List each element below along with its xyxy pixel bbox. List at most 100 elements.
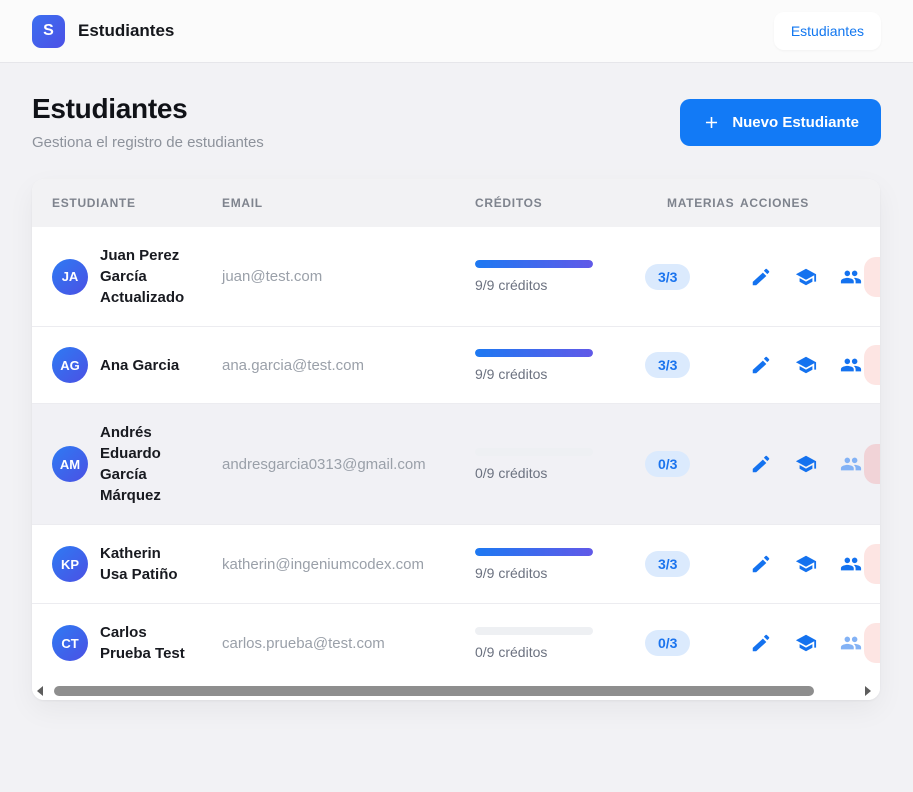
- brand-title: Estudiantes: [78, 21, 175, 40]
- table-row: CT Carlos Prueba Test carlos.prueba@test…: [32, 604, 880, 682]
- pencil-icon: [752, 356, 770, 374]
- delete-button[interactable]: [864, 256, 880, 297]
- delete-button[interactable]: [864, 623, 880, 663]
- scroll-right-arrow-icon[interactable]: [865, 686, 871, 696]
- new-student-button[interactable]: Nuevo Estudiante: [680, 98, 881, 146]
- column-header-acciones: ACCIONES: [740, 196, 809, 210]
- table-row: KP Katherin Usa Patiño katherin@ingenium…: [32, 525, 880, 604]
- edit-button[interactable]: [750, 266, 772, 288]
- column-header-estudiante: ESTUDIANTE: [52, 196, 136, 210]
- pencil-icon: [752, 634, 770, 652]
- table-row: JA Juan Perez García Actualizado juan@te…: [32, 227, 880, 327]
- materias-badge: 0/3: [645, 451, 691, 477]
- subjects-button[interactable]: [795, 453, 817, 475]
- actions-cell: [740, 453, 864, 475]
- people-icon: [840, 358, 862, 372]
- student-cell: KP Katherin Usa Patiño: [52, 543, 222, 585]
- credits-cell: 0/9 créditos: [475, 447, 635, 481]
- column-header-email: EMAIL: [222, 196, 263, 210]
- actions-cell: [740, 266, 864, 288]
- page-header: Estudiantes Gestiona el registro de estu…: [32, 93, 881, 151]
- people-icon: [840, 457, 862, 471]
- students-table-card: ESTUDIANTE EMAIL CRÉDITOS MATERIAS ACCIO…: [32, 179, 880, 700]
- brand: S Estudiantes: [32, 14, 175, 48]
- materias-badge: 3/3: [645, 263, 691, 290]
- scroll-left-arrow-icon[interactable]: [37, 686, 43, 696]
- new-student-button-label: Nuevo Estudiante: [732, 113, 859, 131]
- column-header-creditos: CRÉDITOS: [475, 196, 543, 210]
- credits-progress-bar: [475, 348, 593, 357]
- avatar: AM: [52, 446, 88, 482]
- materias-cell: 0/3: [635, 630, 740, 656]
- materias-badge: 3/3: [645, 551, 691, 577]
- subjects-button[interactable]: [795, 632, 817, 654]
- materias-cell: 3/3: [635, 551, 740, 577]
- student-cell: CT Carlos Prueba Test: [52, 622, 222, 664]
- table-header-row: ESTUDIANTE EMAIL CRÉDITOS MATERIAS ACCIO…: [32, 179, 880, 227]
- pencil-icon: [752, 555, 770, 573]
- materias-badge: 0/3: [645, 630, 691, 656]
- scrollbar-thumb[interactable]: [54, 686, 814, 696]
- student-name: Carlos Prueba Test: [100, 624, 185, 662]
- graduation-cap-icon: [795, 634, 817, 652]
- avatar: JA: [52, 258, 88, 295]
- edit-button[interactable]: [750, 354, 772, 376]
- student-email: juan@test.com: [222, 268, 323, 285]
- page-title-block: Estudiantes Gestiona el registro de estu…: [32, 93, 264, 151]
- nav-tab-estudiantes[interactable]: Estudiantes: [773, 12, 881, 50]
- student-email: katherin@ingeniumcodex.com: [222, 555, 424, 573]
- graduation-cap-icon: [795, 356, 817, 374]
- student-email: ana.garcia@test.com: [222, 356, 364, 374]
- main-content: Estudiantes Gestiona el registro de estu…: [0, 63, 913, 700]
- credits-cell: 9/9 créditos: [475, 547, 635, 581]
- student-email: andresgarcia0313@gmail.com: [222, 455, 426, 473]
- classmates-button[interactable]: [840, 632, 862, 654]
- credits-cell: 9/9 créditos: [475, 348, 635, 382]
- edit-button[interactable]: [750, 632, 772, 654]
- credits-progress-bar: [475, 260, 593, 268]
- edit-button[interactable]: [750, 453, 772, 475]
- classmates-button[interactable]: [840, 266, 862, 288]
- subjects-button[interactable]: [795, 266, 817, 288]
- student-name: Andrés Eduardo García Márquez: [100, 424, 161, 504]
- plus-icon: [706, 116, 718, 128]
- credits-progress-bar: [475, 447, 593, 456]
- subjects-button[interactable]: [795, 354, 817, 376]
- graduation-cap-icon: [795, 455, 817, 473]
- credits-label: 9/9 créditos: [475, 277, 548, 293]
- actions-cell: [740, 632, 864, 654]
- credits-label: 0/9 créditos: [475, 464, 548, 481]
- classmates-button[interactable]: [840, 453, 862, 475]
- graduation-cap-icon: [795, 555, 817, 573]
- delete-button[interactable]: [864, 544, 880, 584]
- page-title: Estudiantes: [32, 93, 188, 124]
- credits-cell: 0/9 créditos: [475, 626, 635, 660]
- credits-cell: 9/9 créditos: [475, 260, 635, 293]
- graduation-cap-icon: [795, 268, 817, 285]
- people-icon: [840, 270, 862, 283]
- student-cell: JA Juan Perez García Actualizado: [52, 245, 222, 308]
- pencil-icon: [752, 268, 770, 285]
- avatar: AG: [52, 347, 88, 383]
- student-name: Juan Perez García Actualizado: [100, 247, 185, 306]
- table-row: AM Andrés Eduardo García Márquez andresg…: [32, 404, 880, 525]
- actions-cell: [740, 553, 864, 575]
- credits-progress-bar: [475, 547, 593, 556]
- credits-label: 9/9 créditos: [475, 564, 548, 581]
- people-icon: [840, 557, 862, 571]
- delete-button[interactable]: [864, 345, 880, 385]
- student-cell: AG Ana Garcia: [52, 347, 222, 383]
- classmates-button[interactable]: [840, 553, 862, 575]
- materias-cell: 0/3: [635, 451, 740, 477]
- credits-label: 9/9 créditos: [475, 365, 548, 382]
- classmates-button[interactable]: [840, 354, 862, 376]
- actions-cell: [740, 354, 864, 376]
- student-cell: AM Andrés Eduardo García Márquez: [52, 422, 222, 506]
- materias-badge: 3/3: [645, 352, 691, 378]
- delete-button[interactable]: [864, 444, 880, 484]
- subjects-button[interactable]: [795, 553, 817, 575]
- page-subtitle: Gestiona el registro de estudiantes: [32, 134, 264, 151]
- horizontal-scrollbar: [32, 682, 880, 700]
- edit-button[interactable]: [750, 553, 772, 575]
- materias-cell: 3/3: [635, 263, 740, 290]
